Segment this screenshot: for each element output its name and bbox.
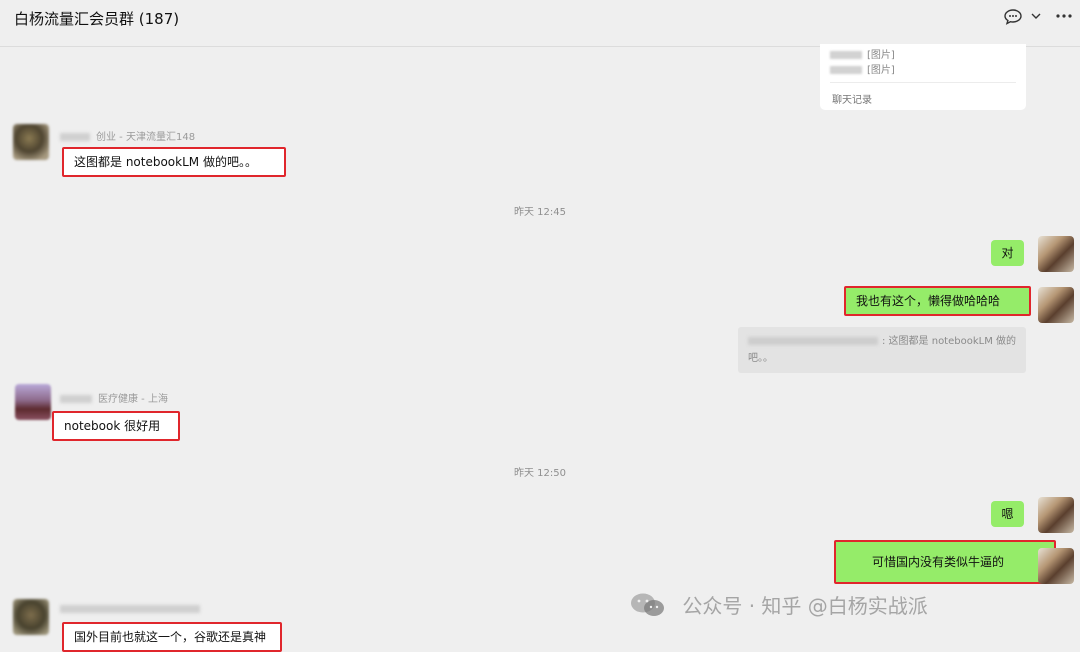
sender-name: 创业 - 天津流量汇148 bbox=[60, 128, 195, 143]
chat-bubble-icon[interactable] bbox=[1003, 8, 1023, 26]
message-bubble[interactable]: 可惜国内没有类似牛逼的 bbox=[834, 540, 1056, 584]
message-bubble[interactable]: 国外目前也就这一个，谷歌还是真神 bbox=[62, 622, 282, 652]
avatar[interactable] bbox=[1038, 548, 1074, 584]
timestamp: 昨天 12:50 bbox=[514, 468, 566, 479]
chat-title: 白杨流量汇会员群 (187) bbox=[14, 10, 180, 28]
message-text: 国外目前也就这一个，谷歌还是真神 bbox=[74, 630, 267, 644]
avatar[interactable] bbox=[1038, 497, 1074, 533]
timestamp: 昨天 12:45 bbox=[514, 207, 566, 218]
more-icon[interactable] bbox=[1054, 8, 1074, 24]
message-text: 我也有这个，懒得做哈哈哈 bbox=[856, 294, 1001, 308]
avatar[interactable] bbox=[1038, 236, 1074, 272]
message-text: 对 bbox=[1001, 246, 1014, 260]
forward-line: [图片] bbox=[830, 46, 895, 61]
forward-card-label: 聊天记录 bbox=[832, 95, 872, 106]
avatar[interactable] bbox=[1038, 287, 1074, 323]
forwarded-chat-card[interactable]: [图片] [图片] 聊天记录 bbox=[820, 44, 1026, 110]
message-text: 嗯 bbox=[1001, 507, 1014, 521]
forward-line: [图片] bbox=[830, 61, 895, 76]
chat-header: 白杨流量汇会员群 (187) bbox=[0, 0, 1080, 47]
quoted-message[interactable]: : 这图都是 notebookLM 做的吧。。 bbox=[738, 327, 1026, 373]
message-text: 这图都是 notebookLM 做的吧。。 bbox=[74, 155, 257, 169]
message-bubble[interactable]: 嗯 bbox=[991, 501, 1024, 527]
message-text: 可惜国内没有类似牛逼的 bbox=[872, 555, 1005, 569]
message-bubble[interactable]: 这图都是 notebookLM 做的吧。。 bbox=[62, 147, 286, 177]
quote-text: : 这图都是 notebookLM 做的吧。。 bbox=[748, 336, 1017, 364]
card-divider bbox=[830, 82, 1016, 83]
chevron-down-icon[interactable] bbox=[1030, 9, 1042, 23]
message-bubble[interactable]: 对 bbox=[991, 240, 1024, 266]
watermark: 公众号 · 知乎 @白杨实战派 bbox=[628, 590, 928, 620]
sender-name bbox=[60, 604, 206, 615]
message-bubble[interactable]: 我也有这个，懒得做哈哈哈 bbox=[844, 286, 1031, 316]
avatar[interactable] bbox=[13, 599, 49, 635]
avatar[interactable] bbox=[15, 384, 51, 420]
sender-name: 医疗健康 - 上海 bbox=[60, 390, 168, 405]
avatar[interactable] bbox=[13, 124, 49, 160]
message-bubble[interactable]: notebook 很好用 bbox=[52, 411, 180, 441]
wechat-logo-icon bbox=[631, 593, 664, 616]
message-text: notebook 很好用 bbox=[64, 419, 161, 433]
